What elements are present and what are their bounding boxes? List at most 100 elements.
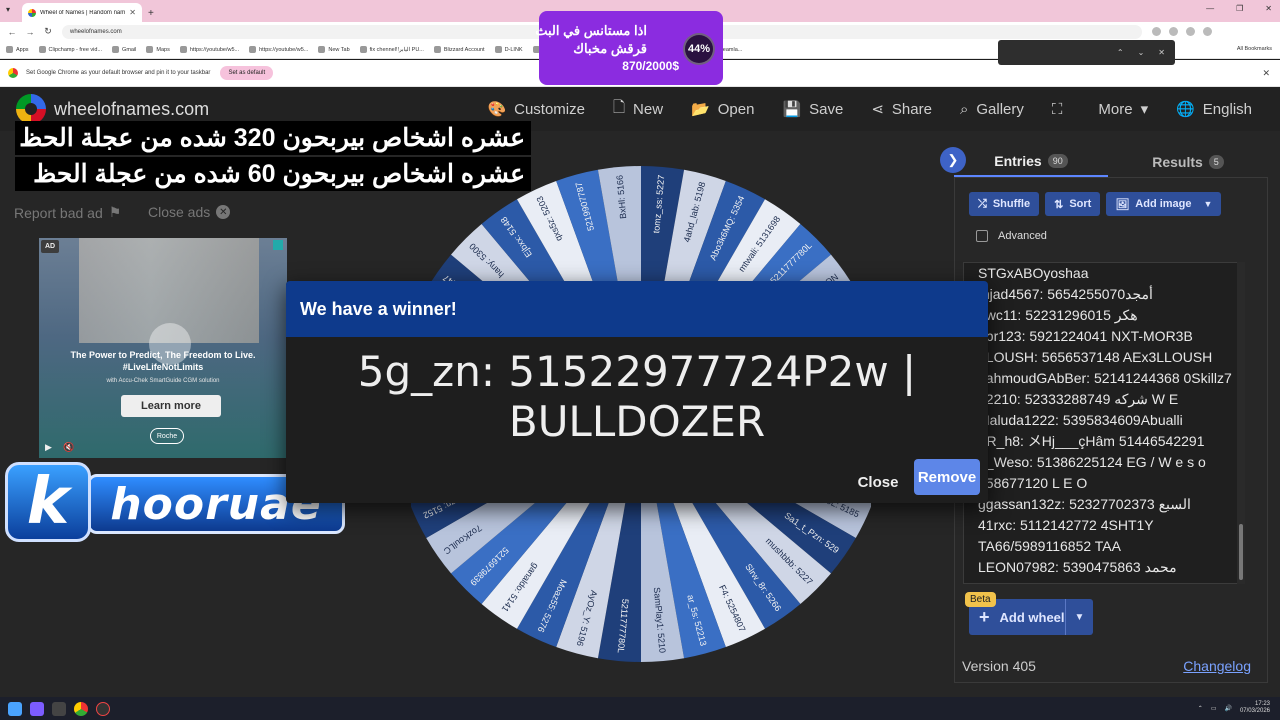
ad-banner[interactable]: AD The Power to Predict, The Freedom to … (39, 238, 287, 458)
bookmark-item[interactable]: Maps (146, 46, 170, 53)
entry-line[interactable]: n_Weso: 51386225124 EG / W e s o (964, 452, 1244, 473)
tab-entries[interactable]: Entries 90 (954, 147, 1108, 177)
nav-open[interactable]: 📂 Open (691, 100, 754, 119)
chrome-taskbar-icon[interactable] (74, 701, 88, 716)
restore-icon[interactable]: ❐ (1236, 4, 1243, 13)
bookmark-item[interactable]: D-LINK (494, 46, 523, 53)
entries-scrollbar[interactable] (1237, 262, 1245, 584)
nav-gallery[interactable]: ⌕ Gallery (960, 101, 1024, 118)
extension-icon[interactable] (1152, 27, 1161, 36)
close-ads-link[interactable]: Close ads ✕ (148, 204, 231, 220)
find-close-icon[interactable]: ✕ (1158, 48, 1165, 57)
changelog-link[interactable]: Changelog (1183, 658, 1251, 674)
set-default-button[interactable]: Set as default (220, 66, 274, 80)
file-icon: 🗋 (612, 98, 626, 116)
entry-line[interactable]: abr123: 5921224041 NXT-MOR3B (964, 326, 1244, 347)
bookmark-label: Blizzard Account (443, 46, 485, 53)
find-next-icon[interactable]: ⌄ (1138, 48, 1145, 57)
ad-play-icon[interactable]: ▶ (45, 442, 52, 453)
extension-icon[interactable] (1169, 27, 1178, 36)
learn-more-button[interactable]: Learn more (121, 395, 221, 417)
nav-fullscreen[interactable]: ⛶ (1052, 101, 1071, 118)
obs-icon[interactable] (96, 701, 110, 716)
entry-line[interactable]: ZR_h8: メHj___çHâm 51446542291 (964, 431, 1244, 452)
advanced-toggle[interactable]: Advanced (976, 230, 1047, 242)
back-icon[interactable]: ← (6, 27, 18, 37)
ad-info-icon[interactable] (273, 240, 283, 250)
shuffle-icon: ⤮ (978, 197, 987, 210)
wheel-favicon-icon (28, 8, 36, 17)
entry-line[interactable]: d2210: 52333288749 شركه W E (964, 389, 1244, 410)
network-icon[interactable]: ▭ (1211, 705, 1217, 712)
entry-line[interactable]: LEON07982: 5390475863 محمد (964, 557, 1244, 578)
clock-time: 17:23 (1254, 701, 1270, 707)
dropdown-icon[interactable]: ▼ (1204, 199, 1213, 209)
bookmark-favicon-icon (318, 46, 326, 53)
bookmark-item[interactable]: https://youtube/w5... (179, 46, 239, 53)
donation-percent: 44% (683, 33, 715, 65)
entry-line[interactable]: 41rxc: 5112142772 4SHT1Y (964, 515, 1244, 536)
site-name[interactable]: wheelofnames.com (54, 99, 209, 120)
ad-mute-icon[interactable]: 🔇 (63, 442, 74, 453)
browser-tab[interactable]: Wheel of Names | Random nam ✕ (22, 3, 142, 22)
tray-chevron-icon[interactable]: ⌃ (1198, 705, 1203, 712)
entry-line[interactable]: LLOUSH: 5656537148 AEx3LLOUSH (964, 347, 1244, 368)
minimize-icon[interactable]: — (1206, 4, 1214, 13)
entry-line[interactable]: nahmoudGAbBer: 52141244368 0Skillz7 (964, 368, 1244, 389)
bookmark-item[interactable]: https://youtube/w5... (249, 46, 308, 53)
bookmark-item[interactable]: Clipchamp - free vid... (38, 46, 102, 53)
bookmark-item[interactable]: Apps (6, 46, 29, 53)
nav-new[interactable]: 🗋 New (613, 97, 663, 122)
close-infobar-icon[interactable]: ✕ (1262, 68, 1270, 79)
entry-line[interactable]: STGxABOyoshaa (964, 263, 1244, 284)
close-window-icon[interactable]: ✕ (1265, 4, 1272, 13)
clock[interactable]: 17:23 07/03/2026 (1240, 701, 1270, 715)
wheel-logo-icon[interactable] (16, 94, 46, 124)
remove-button[interactable]: Remove (914, 459, 980, 495)
sort-button[interactable]: ⇅ Sort (1045, 192, 1101, 216)
scrollbar-thumb[interactable] (1239, 524, 1243, 580)
entries-textarea[interactable]: STGxABOyoshaa mjad4567: 5654255070أمجد dwc… (963, 262, 1245, 584)
entry-line[interactable]: ggassan132z: 52327702373 السبع (964, 494, 1244, 515)
tab-search-icon[interactable]: ▾ (6, 5, 10, 14)
nav-share[interactable]: ⋖ Share (871, 100, 932, 119)
chevron-down-icon: ▾ (1140, 101, 1149, 118)
reload-icon[interactable]: ↻ (42, 26, 54, 37)
ad-headline: The Power to Predict, The Freedom to Liv… (70, 350, 256, 360)
app-icon[interactable] (52, 701, 66, 716)
add-wheel-dropdown-icon[interactable]: ▼ (1065, 599, 1093, 635)
nav-save[interactable]: 💾 Save (782, 100, 843, 119)
entry-line[interactable]: mjad4567: 5654255070أمجد (964, 284, 1244, 305)
tab-results[interactable]: Results 5 (1108, 147, 1268, 177)
nav-more[interactable]: More ▾ (1098, 100, 1149, 119)
volume-icon[interactable]: 🔊 (1224, 705, 1231, 712)
shuffle-button[interactable]: ⤮ Shuffle (969, 192, 1040, 216)
entry-line[interactable]: dwc11: 52231296015 هكر (964, 305, 1244, 326)
report-bad-ad-link[interactable]: Report bad ad ⚑ (14, 204, 121, 221)
results-count-badge: 5 (1208, 155, 1224, 169)
entry-line[interactable]: TA66/5989116852 TAA (964, 536, 1244, 557)
menu-icon[interactable] (1203, 27, 1212, 36)
profile-avatar[interactable] (1186, 27, 1195, 36)
bookmark-item[interactable]: Blizzard Account (433, 46, 485, 53)
entry-line[interactable]: Maluda1222: 5395834609Abualli (964, 410, 1244, 431)
nav-customize[interactable]: 🎨 Customize (487, 100, 585, 119)
find-prev-icon[interactable]: ⌃ (1117, 48, 1124, 57)
forward-icon[interactable]: → (24, 27, 36, 37)
bookmark-item[interactable]: New Tab (318, 46, 350, 53)
bookmark-favicon-icon (359, 46, 367, 53)
close-button[interactable]: Close (846, 466, 910, 498)
all-bookmarks-link[interactable]: All Bookmarks (1237, 46, 1272, 52)
discord-icon[interactable] (30, 701, 44, 716)
windows-start-icon[interactable] (8, 701, 22, 716)
new-tab-button[interactable]: + (148, 8, 154, 19)
add-image-button[interactable]: 🖼 Add image ▼ (1106, 192, 1222, 216)
bookmark-item[interactable]: fix chennel!!اليابر PU... (359, 46, 424, 53)
palette-icon: 🎨 (487, 101, 507, 118)
advanced-checkbox[interactable] (976, 230, 988, 242)
main-nav: 🎨 Customize 🗋 New 📂 Open 💾 Save ⋖ Share ⌕ Gallery ⛶ M… (487, 87, 1280, 131)
close-tab-icon[interactable]: ✕ (129, 8, 136, 17)
bookmark-item[interactable]: Gmail (112, 46, 136, 53)
nav-english[interactable]: 🌐 English (1176, 100, 1252, 119)
entry-line[interactable]: 758677120 L E O (964, 473, 1244, 494)
